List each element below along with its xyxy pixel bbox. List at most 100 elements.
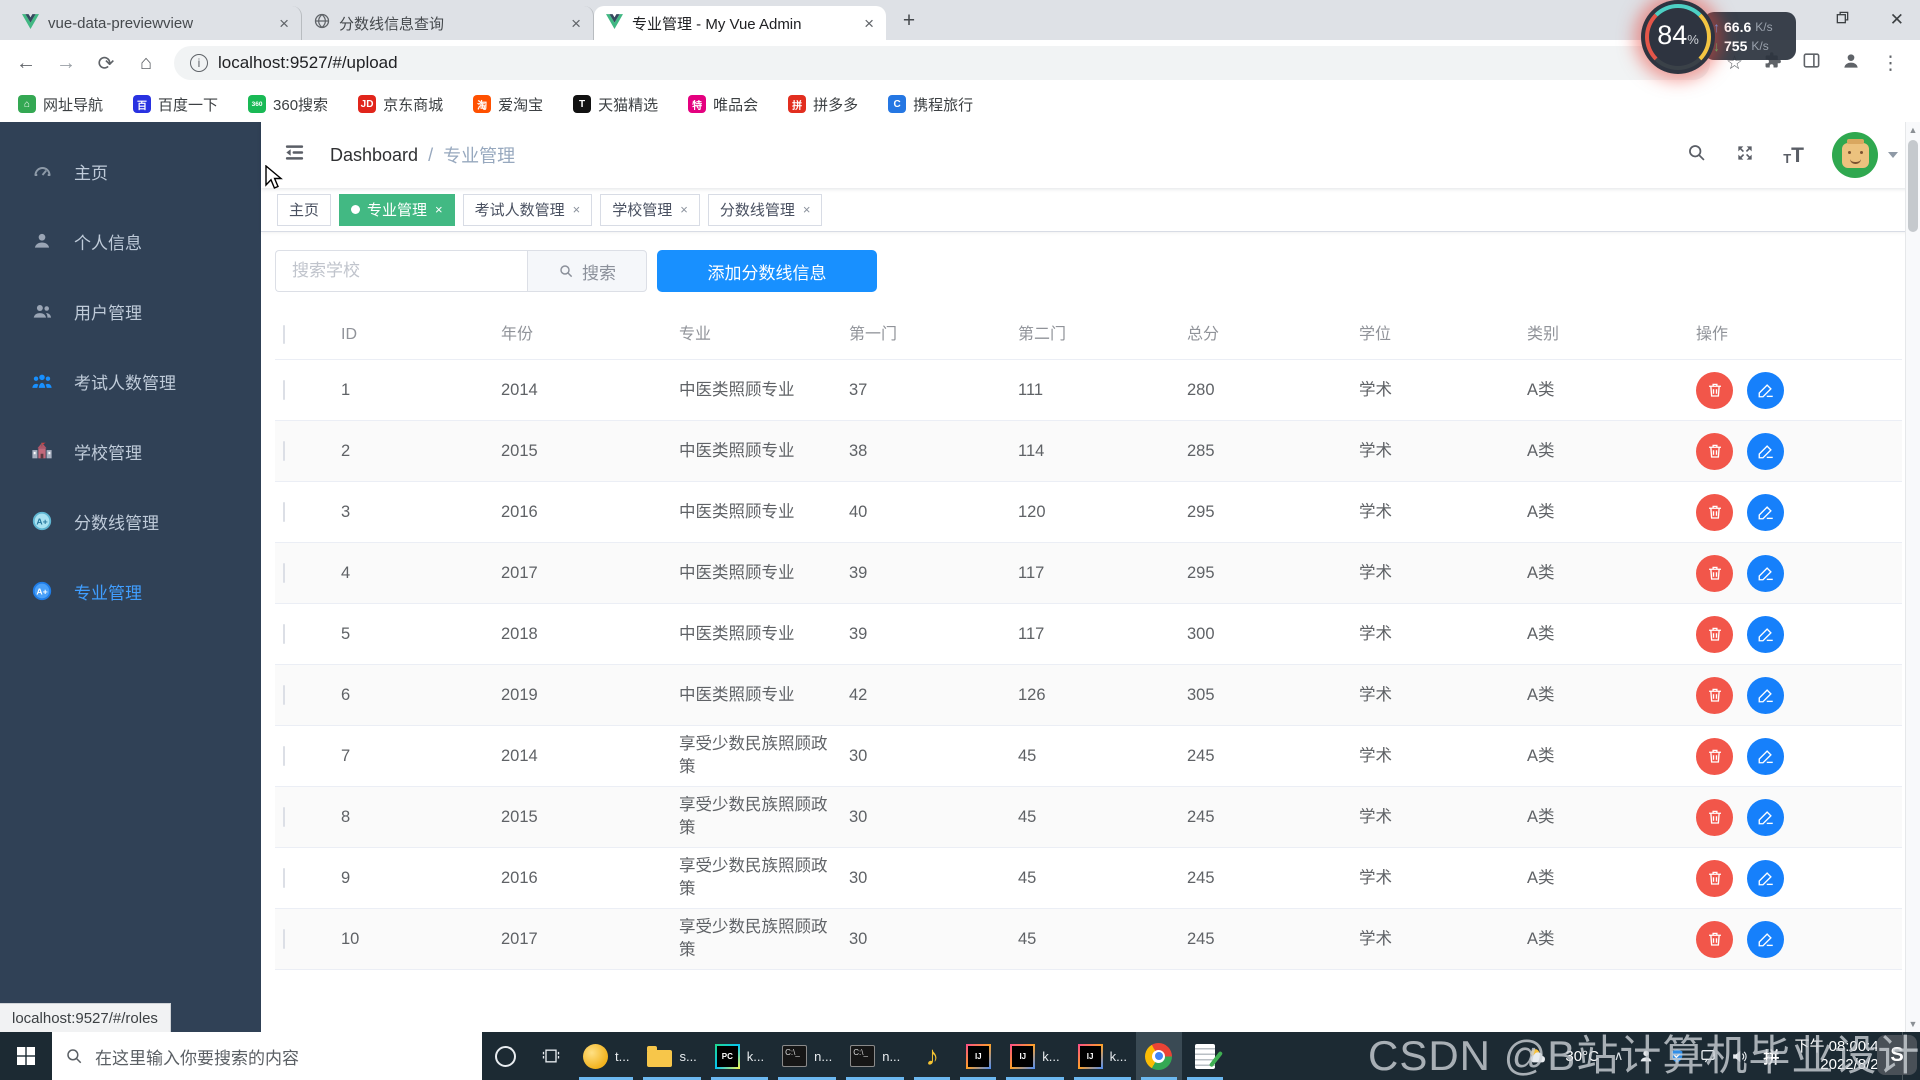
sidebar-item-dashboard[interactable]: 主页 bbox=[0, 136, 261, 206]
tag-item[interactable]: 学校管理× bbox=[600, 194, 700, 226]
taskbar-app-music[interactable]: ♪ bbox=[909, 1032, 955, 1080]
back-icon[interactable]: ← bbox=[14, 52, 38, 75]
taskbar-app-notes[interactable] bbox=[1182, 1032, 1228, 1080]
delete-button[interactable] bbox=[1696, 555, 1733, 592]
bookmark-item[interactable]: JD京东商城 bbox=[358, 94, 443, 115]
delete-button[interactable] bbox=[1696, 860, 1733, 897]
window-restore-icon[interactable] bbox=[1835, 10, 1850, 30]
bookmark-item[interactable]: 百百度一下 bbox=[133, 94, 218, 115]
browser-tab[interactable]: 专业管理 - My Vue Admin× bbox=[594, 6, 886, 40]
tag-item[interactable]: 考试人数管理× bbox=[463, 194, 593, 226]
scroll-up-icon[interactable]: ▲ bbox=[1906, 125, 1920, 135]
edit-button[interactable] bbox=[1747, 555, 1784, 592]
reload-icon[interactable]: ⟳ bbox=[94, 51, 118, 76]
taskbar-app-cortana[interactable] bbox=[482, 1032, 528, 1080]
site-info-icon[interactable]: i bbox=[190, 54, 208, 72]
delete-button[interactable] bbox=[1696, 433, 1733, 470]
taskbar-app-thunder[interactable]: t... bbox=[574, 1032, 638, 1080]
row-checkbox[interactable] bbox=[283, 868, 285, 888]
tag-close-icon[interactable]: × bbox=[435, 202, 443, 217]
tag-close-icon[interactable]: × bbox=[803, 202, 811, 217]
taskbar-app-terminal[interactable]: C:\_n... bbox=[841, 1032, 909, 1080]
edit-button[interactable] bbox=[1747, 433, 1784, 470]
browser-tab[interactable]: vue-data-previewview× bbox=[10, 6, 302, 40]
start-button[interactable] bbox=[0, 1032, 52, 1080]
taskbar-app-idea[interactable]: IJk... bbox=[1001, 1032, 1068, 1080]
user-menu[interactable] bbox=[1832, 132, 1898, 178]
row-checkbox[interactable] bbox=[283, 441, 285, 461]
page-scrollbar[interactable]: ▲ ▼ bbox=[1905, 122, 1920, 1032]
edit-button[interactable] bbox=[1747, 921, 1784, 958]
row-checkbox[interactable] bbox=[283, 563, 285, 583]
taskbar-search[interactable]: 在这里输入你要搜索的内容 bbox=[52, 1032, 482, 1080]
sidebar-item-user[interactable]: 个人信息 bbox=[0, 206, 261, 276]
delete-button[interactable] bbox=[1696, 372, 1733, 409]
tag-item[interactable]: 主页 bbox=[277, 194, 331, 226]
delete-button[interactable] bbox=[1696, 616, 1733, 653]
sidebar-item-users[interactable]: 用户管理 bbox=[0, 276, 261, 346]
sidebar-item-school[interactable]: 学校管理 bbox=[0, 416, 261, 486]
home-icon[interactable]: ⌂ bbox=[134, 52, 158, 75]
taskbar-app-pycharm[interactable]: PCk... bbox=[706, 1032, 773, 1080]
delete-button[interactable] bbox=[1696, 494, 1733, 531]
tag-close-icon[interactable]: × bbox=[680, 202, 688, 217]
font-size-icon[interactable]: TT bbox=[1783, 145, 1804, 166]
search-button[interactable]: 搜索 bbox=[527, 250, 647, 292]
tab-close-icon[interactable]: × bbox=[279, 15, 289, 32]
browser-menu-icon[interactable]: ⋮ bbox=[1881, 52, 1900, 75]
fullscreen-icon[interactable] bbox=[1735, 143, 1755, 168]
edit-button[interactable] bbox=[1747, 677, 1784, 714]
bookmark-item[interactable]: C携程旅行 bbox=[888, 94, 973, 115]
tag-item[interactable]: 分数线管理× bbox=[708, 194, 823, 226]
bookmark-item[interactable]: 360360搜索 bbox=[248, 94, 328, 115]
sidebar-item-major[interactable]: A+专业管理 bbox=[0, 556, 261, 626]
add-score-button[interactable]: 添加分数线信息 bbox=[657, 250, 877, 292]
row-checkbox[interactable] bbox=[283, 685, 285, 705]
taskbar-app-folder[interactable]: s... bbox=[638, 1032, 705, 1080]
scrollbar-thumb[interactable] bbox=[1908, 140, 1918, 232]
delete-button[interactable] bbox=[1696, 921, 1733, 958]
search-input[interactable] bbox=[275, 250, 527, 292]
bookmark-item[interactable]: 淘爱淘宝 bbox=[473, 94, 543, 115]
taskbar-app-terminal[interactable]: C:\_n... bbox=[773, 1032, 841, 1080]
taskbar-app-idea[interactable]: IJ bbox=[955, 1032, 1001, 1080]
bookmark-item[interactable]: ⌂网址导航 bbox=[18, 94, 103, 115]
profile-icon[interactable] bbox=[1841, 51, 1861, 76]
forward-icon[interactable]: → bbox=[54, 52, 78, 75]
row-checkbox[interactable] bbox=[283, 624, 285, 644]
edit-button[interactable] bbox=[1747, 494, 1784, 531]
row-checkbox[interactable] bbox=[283, 380, 285, 400]
taskbar-app-idea[interactable]: IJk... bbox=[1069, 1032, 1136, 1080]
bookmark-item[interactable]: T天猫精选 bbox=[573, 94, 658, 115]
new-tab-button[interactable]: + bbox=[894, 6, 924, 36]
edit-button[interactable] bbox=[1747, 738, 1784, 775]
hamburger-icon[interactable] bbox=[283, 141, 306, 169]
tag-close-icon[interactable]: × bbox=[573, 202, 581, 217]
tab-close-icon[interactable]: × bbox=[864, 15, 874, 32]
side-panel-icon[interactable] bbox=[1802, 51, 1821, 75]
search-icon[interactable] bbox=[1686, 142, 1707, 168]
taskbar-app-task-view[interactable] bbox=[528, 1032, 574, 1080]
row-checkbox[interactable] bbox=[283, 807, 285, 827]
battery-gauge-overlay[interactable]: 84 % bbox=[1641, 0, 1715, 74]
tag-item[interactable]: 专业管理× bbox=[339, 194, 455, 226]
bookmark-item[interactable]: 拼拼多多 bbox=[788, 94, 858, 115]
tab-close-icon[interactable]: × bbox=[571, 15, 581, 32]
window-close-icon[interactable]: ✕ bbox=[1890, 10, 1904, 30]
browser-tab[interactable]: 分数线信息查询× bbox=[302, 6, 594, 40]
breadcrumb-root[interactable]: Dashboard bbox=[330, 145, 418, 166]
row-checkbox[interactable] bbox=[283, 502, 285, 522]
select-all-checkbox[interactable] bbox=[283, 325, 285, 344]
address-bar[interactable]: i localhost:9527/#/upload bbox=[174, 46, 1710, 80]
bookmark-item[interactable]: 特唯品会 bbox=[688, 94, 758, 115]
row-checkbox[interactable] bbox=[283, 746, 285, 766]
edit-button[interactable] bbox=[1747, 372, 1784, 409]
sidebar-item-score-line[interactable]: A+分数线管理 bbox=[0, 486, 261, 556]
sidebar-item-exam-people[interactable]: 考试人数管理 bbox=[0, 346, 261, 416]
edit-button[interactable] bbox=[1747, 616, 1784, 653]
edit-button[interactable] bbox=[1747, 799, 1784, 836]
delete-button[interactable] bbox=[1696, 799, 1733, 836]
delete-button[interactable] bbox=[1696, 738, 1733, 775]
taskbar-app-chrome[interactable] bbox=[1136, 1032, 1182, 1080]
delete-button[interactable] bbox=[1696, 677, 1733, 714]
